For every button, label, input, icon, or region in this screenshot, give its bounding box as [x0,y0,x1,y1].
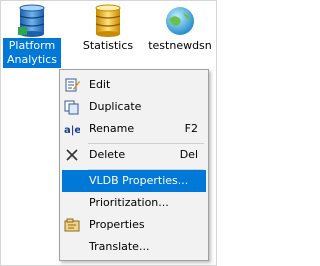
menu-item-label: VLDB Properties... [89,174,189,187]
menu-item-duplicate[interactable]: Duplicate [62,96,206,118]
desktop-item-label: testnewdsn [148,39,212,52]
desktop-item-statistics[interactable]: Statistics [80,4,136,54]
menu-item-label: Properties [89,218,145,231]
menu-item-label: Edit [89,78,111,91]
duplicate-icon [64,100,79,115]
desktop-item-platform-analytics[interactable]: Platform Analytics [3,4,61,68]
database-cylinder-icon [18,4,45,37]
rename-icon: a|e [64,125,80,136]
menu-item-label: Rename [89,122,135,135]
menu-item-label: Translate... [89,240,150,253]
menu-item-rename[interactable]: a|e Rename F2 [62,118,206,140]
menu-item-edit[interactable]: Edit [62,74,206,96]
edit-icon [65,78,80,92]
desktop-item-label: Statistics [82,39,134,52]
svg-text:a|e: a|e [64,125,80,136]
menu-item-label: Prioritization... [89,196,169,209]
menu-item-vldb-properties[interactable]: VLDB Properties... [62,170,206,192]
menu-item-shortcut: Del [179,148,198,161]
menu-item-translate[interactable]: Translate... [62,236,206,258]
menu-item-prioritization[interactable]: Prioritization... [62,192,206,214]
desktop-item-label: Platform Analytics [3,38,61,68]
menu-item-properties[interactable]: Properties [62,214,206,236]
menu-item-delete[interactable]: Delete Del [62,144,206,166]
desktop-item-testnewdsn[interactable]: testnewdsn [145,4,215,54]
menu-item-label: Delete [89,148,126,161]
properties-icon [64,218,80,232]
context-menu: Edit Duplicate a|e Rename F2 Delete Del … [59,69,209,261]
menu-item-shortcut: F2 [184,122,198,135]
globe-icon [166,7,194,35]
close-icon [66,149,78,161]
database-cylinder-icon [95,4,121,37]
menu-item-label: Duplicate [89,100,142,113]
